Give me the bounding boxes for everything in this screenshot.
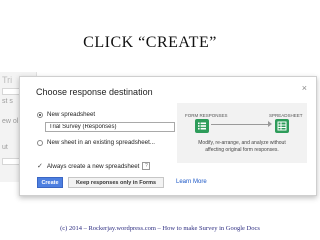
background-text-fragment: Tri <box>2 75 13 85</box>
spreadsheet-name-input[interactable] <box>45 122 175 132</box>
learn-more-link[interactable]: Learn More <box>176 179 207 185</box>
spreadsheet-label: SPREADSHEET <box>269 113 303 118</box>
checkmark-icon[interactable]: ✓ <box>37 162 43 170</box>
option-label: New spreadsheet <box>47 111 96 118</box>
dialog-title: Choose response destination <box>36 87 153 97</box>
option-existing-spreadsheet[interactable]: New sheet in an existing spreadsheet... <box>37 139 155 146</box>
option-new-spreadsheet[interactable]: New spreadsheet <box>37 111 95 118</box>
always-create-label: Always create a new spreadsheet <box>46 162 140 170</box>
form-responses-icon <box>195 119 209 133</box>
option-label: New sheet in an existing spreadsheet... <box>47 139 156 146</box>
always-create-checkbox-row[interactable]: ✓ Always create a new spreadsheet ? <box>37 162 151 170</box>
arrow-line <box>211 124 269 125</box>
slide-title: CLICK “CREATE” <box>83 34 217 51</box>
radio-unselected-icon[interactable] <box>37 139 43 146</box>
background-text-fragment: ut <box>2 144 8 151</box>
background-text-fragment: ew ol <box>2 118 19 125</box>
radio-selected-icon[interactable] <box>37 111 43 118</box>
help-icon[interactable]: ? <box>142 162 151 170</box>
illustration-description: Modify, re-arrange, and analyze without … <box>177 140 307 153</box>
form-responses-label: FORM RESPONSES <box>185 113 228 118</box>
create-button[interactable]: Create <box>37 177 63 188</box>
arrow-right-icon <box>268 121 272 127</box>
slide-footer: (c) 2014 – Rockerjay.wordpress.com – How… <box>60 225 260 232</box>
keep-in-forms-button[interactable]: Keep responses only in Forms <box>68 177 164 188</box>
destination-illustration: FORM RESPONSES SPREADSHEET Modify, re-ar… <box>177 103 307 163</box>
background-text-fragment: st s <box>2 98 13 105</box>
spreadsheet-icon <box>275 119 289 133</box>
description-line: affecting original form responses. <box>205 146 279 153</box>
close-icon[interactable]: × <box>302 84 307 93</box>
response-destination-dialog: Choose response destination × New spread… <box>19 76 317 196</box>
